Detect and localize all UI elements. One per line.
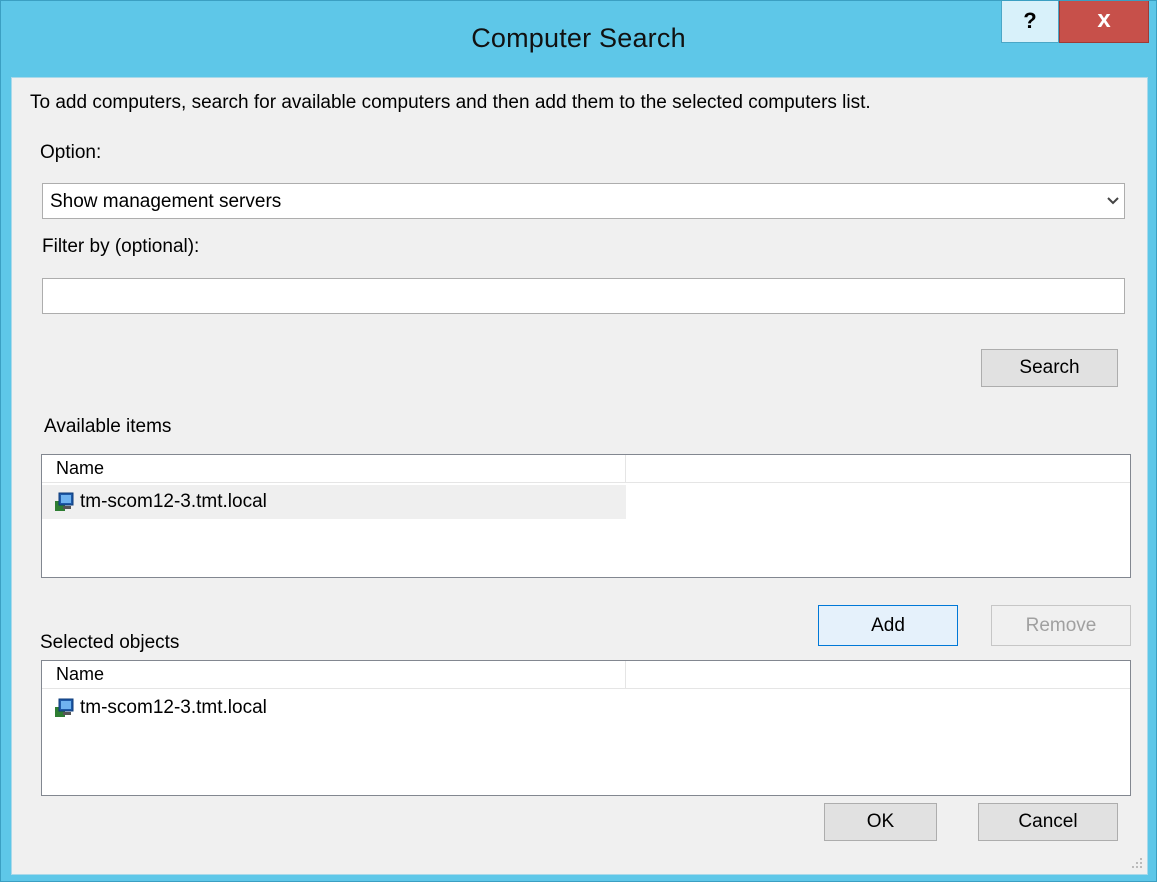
add-button[interactable]: Add [818, 605, 958, 646]
help-button[interactable]: ? [1001, 1, 1059, 43]
computer-icon [54, 491, 76, 513]
resize-grip-icon[interactable] [1131, 857, 1143, 871]
available-item-name: tm-scom12-3.tmt.local [80, 491, 267, 512]
dialog-body: To add computers, search for available c… [11, 77, 1148, 875]
chevron-down-icon [1106, 190, 1120, 215]
search-button[interactable]: Search [981, 349, 1118, 387]
list-item[interactable]: tm-scom12-3.tmt.local [42, 691, 626, 725]
filter-label: Filter by (optional): [42, 236, 200, 257]
selected-list-header: Name [42, 661, 1130, 689]
selected-name-column-header[interactable]: Name [42, 661, 626, 689]
option-selected-value: Show management servers [50, 191, 282, 212]
instructions-text: To add computers, search for available c… [30, 92, 871, 113]
title-bar[interactable]: Computer Search ? x [1, 1, 1156, 77]
dialog-title: Computer Search [471, 23, 686, 53]
list-item[interactable]: tm-scom12-3.tmt.local [42, 485, 626, 519]
available-items-list[interactable]: Name tm-scom12-3.tmt.local [41, 454, 1131, 578]
cancel-button[interactable]: Cancel [978, 803, 1118, 841]
option-label: Option: [40, 142, 102, 163]
selected-item-name: tm-scom12-3.tmt.local [80, 697, 267, 718]
close-button[interactable]: x [1059, 1, 1149, 43]
ok-button[interactable]: OK [824, 803, 937, 841]
available-list-header: Name [42, 455, 1130, 483]
computer-icon [54, 697, 76, 719]
selected-objects-list[interactable]: Name tm-scom12-3.tmt.local [41, 660, 1131, 796]
selected-objects-label: Selected objects [40, 632, 180, 653]
available-name-column-header[interactable]: Name [42, 455, 626, 483]
filter-input[interactable] [42, 278, 1125, 314]
option-dropdown[interactable]: Show management servers [42, 183, 1125, 219]
computer-search-dialog: Computer Search ? x To add computers, se… [0, 0, 1157, 882]
remove-button[interactable]: Remove [991, 605, 1131, 646]
available-items-label: Available items [44, 416, 172, 437]
